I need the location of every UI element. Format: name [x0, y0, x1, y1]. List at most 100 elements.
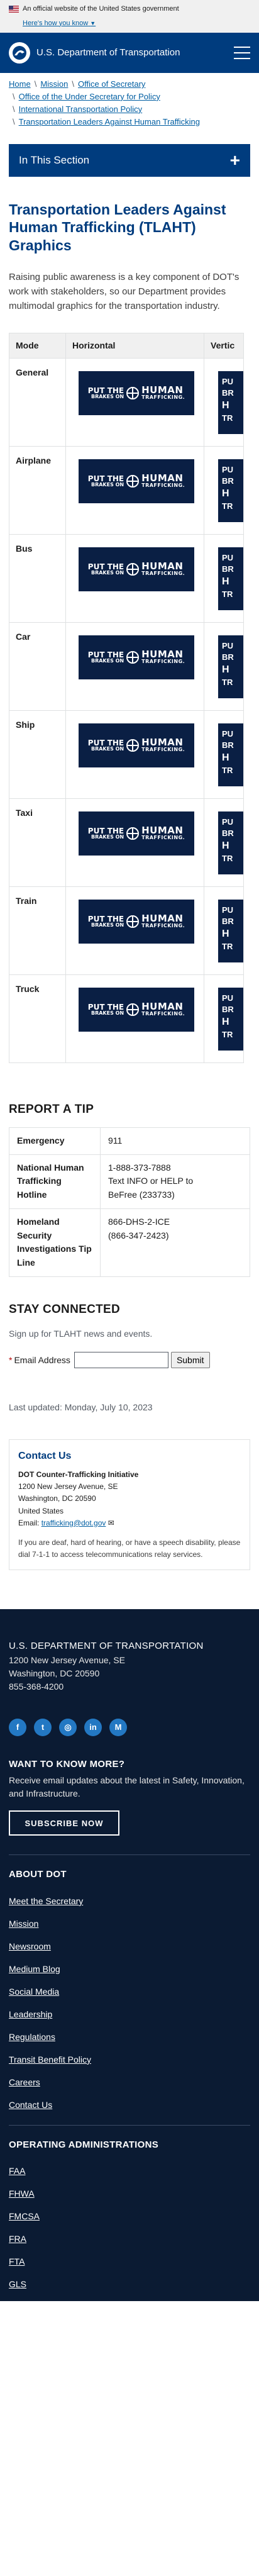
graphic-line: TR	[222, 854, 233, 864]
operating-admin-link[interactable]: FRA	[9, 2228, 250, 2250]
graphic-line: H	[222, 840, 229, 851]
horizontal-graphic[interactable]: PUT THE BRAKES ON HUMAN TRAFFICKING.	[79, 723, 194, 767]
horizontal-graphic-cell: PUT THE BRAKES ON HUMAN TRAFFICKING.	[65, 445, 204, 535]
about-link[interactable]: Medium Blog	[9, 1958, 250, 1980]
menu-button[interactable]	[234, 47, 250, 59]
email-label: Email Address	[14, 1354, 70, 1365]
about-link[interactable]: Contact Us	[9, 2094, 250, 2116]
horizontal-graphic[interactable]: PUT THE BRAKES ON HUMAN TRAFFICKING.	[79, 371, 194, 415]
site-title[interactable]: U.S. Department of Transportation	[36, 46, 234, 60]
row-mode-label: Ship	[9, 710, 66, 799]
vertical-graphic-cell: PU BR H TR	[204, 886, 244, 975]
breadcrumb-office-of-secretary[interactable]: Office of Secretary	[78, 79, 145, 89]
graphic-line: TR	[222, 501, 233, 511]
table-row: Ship PUT THE BRAKES ON HUMAN TRAFFICKING. PU B…	[9, 710, 244, 799]
horizontal-graphic-cell: PUT THE BRAKES ON HUMAN TRAFFICKING.	[65, 798, 204, 887]
site-footer: U.S. DEPARTMENT OF TRANSPORTATION 1200 N…	[0, 1609, 259, 2402]
graphic-line: TR	[222, 677, 233, 688]
about-link[interactable]: Social Media	[9, 1980, 250, 2003]
operating-admin-link[interactable]: FHWA	[9, 2182, 250, 2205]
graphic-line: HUMAN	[141, 737, 184, 749]
breadcrumb-mission[interactable]: Mission	[40, 79, 68, 89]
vertical-graphic-cell: PU BR H TR	[204, 445, 244, 535]
graphic-line: HUMAN	[141, 560, 184, 572]
horizontal-graphic[interactable]: PUT THE BRAKES ON HUMAN TRAFFICKING.	[79, 987, 194, 1032]
breadcrumb-separator: \	[13, 91, 15, 101]
graphics-table-wrapper[interactable]: Mode Horizontal Vertic General PUT THE BRA…	[9, 332, 259, 1063]
graphic-line: PU	[222, 728, 234, 739]
vertical-graphic[interactable]: PU BR H TR	[218, 987, 243, 1051]
contact-email-link[interactable]: trafficking@dot.gov	[41, 1519, 106, 1527]
vertical-graphic[interactable]: PU BR H TR	[218, 635, 243, 698]
footer-org: U.S. DEPARTMENT OF TRANSPORTATION	[9, 1641, 204, 1652]
about-link[interactable]: Regulations	[9, 2026, 250, 2048]
graphic-line: BR	[222, 388, 234, 398]
breadcrumb-international-policy[interactable]: International Transportation Policy	[19, 104, 143, 114]
vertical-graphic[interactable]: PU BR H TR	[218, 811, 243, 874]
vertical-graphic[interactable]: PU BR H TR	[218, 459, 243, 522]
breadcrumb-home[interactable]: Home	[9, 79, 31, 89]
horizontal-graphic[interactable]: PUT THE BRAKES ON HUMAN TRAFFICKING.	[79, 899, 194, 944]
vertical-graphic[interactable]: PU BR H TR	[218, 899, 243, 962]
medium-icon[interactable]: M	[109, 1718, 127, 1736]
graphic-line: PUT THE	[87, 914, 124, 923]
steering-wheel-icon	[126, 474, 140, 488]
table-row: Train PUT THE BRAKES ON HUMAN TRAFFICKING. PU…	[9, 886, 244, 975]
graphic-line: PU	[222, 552, 234, 562]
operating-admin-link[interactable]: OST	[9, 2363, 250, 2386]
email-input[interactable]	[74, 1352, 168, 1369]
graphic-line: HUMAN	[141, 1001, 184, 1013]
operating-admin-link[interactable]: FMCSA	[9, 2205, 250, 2228]
footer-address-line: 1200 New Jersey Avenue, SE	[9, 1654, 125, 1665]
page-intro: Raising public awareness is a key compon…	[9, 271, 240, 312]
about-link[interactable]: Leadership	[9, 2003, 250, 2026]
operating-admin-link[interactable]: GLS	[9, 2273, 250, 2295]
vertical-graphic[interactable]: PU BR H TR	[218, 547, 243, 610]
operating-admin-link[interactable]: PHMSA	[9, 2386, 250, 2409]
operating-admin-link[interactable]: OIG	[9, 2341, 250, 2363]
vertical-graphic[interactable]: PU BR H TR	[218, 371, 243, 434]
breadcrumb-tlaht[interactable]: Transportation Leaders Against Human Tra…	[19, 117, 200, 126]
submit-button[interactable]: Submit	[170, 1352, 210, 1369]
tip-value: (866-347-2423)	[108, 1230, 169, 1241]
horizontal-graphic[interactable]: PUT THE BRAKES ON HUMAN TRAFFICKING.	[79, 811, 194, 856]
graphic-line: TRAFFICKING.	[141, 482, 185, 489]
horizontal-graphic[interactable]: PUT THE BRAKES ON HUMAN TRAFFICKING.	[79, 547, 194, 591]
operating-admin-link[interactable]: NHTSA	[9, 2318, 250, 2341]
about-link[interactable]: Meet the Secretary	[9, 1890, 250, 1912]
horizontal-graphic[interactable]: PUT THE BRAKES ON HUMAN TRAFFICKING.	[79, 635, 194, 679]
operating-admin-link[interactable]: FTA	[9, 2250, 250, 2273]
graphic-text: HUMAN TRAFFICKING.	[141, 650, 185, 664]
facebook-icon[interactable]: f	[9, 1718, 26, 1736]
about-link[interactable]: Newsroom	[9, 1935, 250, 1958]
how-you-know-link[interactable]: Here's how you know ▼	[23, 18, 96, 29]
vertical-graphic[interactable]: PU BR H TR	[218, 723, 243, 786]
graphic-line: TR	[222, 766, 233, 776]
contact-line: 1200 New Jersey Avenue, SE	[18, 1482, 118, 1492]
about-link[interactable]: Transit Benefit Policy	[9, 2048, 250, 2071]
instagram-icon[interactable]: ◎	[59, 1718, 77, 1736]
horizontal-graphic[interactable]: PUT THE BRAKES ON HUMAN TRAFFICKING.	[79, 459, 194, 503]
graphic-line: H	[222, 488, 229, 499]
chevron-down-icon: ▼	[90, 20, 96, 26]
twitter-icon[interactable]: t	[34, 1718, 52, 1736]
row-mode-label: General	[9, 357, 66, 447]
operating-admin-link[interactable]: MARAD	[9, 2295, 250, 2318]
breadcrumb-under-secretary[interactable]: Office of the Under Secretary for Policy	[19, 92, 160, 101]
graphic-line: H	[222, 752, 229, 763]
graphic-line: H	[222, 664, 229, 675]
horizontal-graphic-cell: PUT THE BRAKES ON HUMAN TRAFFICKING.	[65, 622, 204, 711]
about-link[interactable]: Mission	[9, 1912, 250, 1935]
in-this-section-toggle[interactable]: In This Section +	[9, 143, 250, 177]
dot-logo[interactable]	[9, 42, 30, 64]
linkedin-icon[interactable]: in	[84, 1718, 102, 1736]
steering-wheel-icon	[126, 386, 140, 399]
dot-seal-icon	[13, 46, 26, 60]
social-links: f t ◎ in M	[9, 1718, 250, 1736]
operating-admin-link[interactable]: FAA	[9, 2160, 250, 2182]
graphic-text: PUT THE BRAKES ON	[88, 915, 124, 928]
graphic-line: TRAFFICKING.	[141, 923, 185, 929]
subscribe-button[interactable]: SUBSCRIBE NOW	[9, 1810, 119, 1836]
about-link[interactable]: Careers	[9, 2071, 250, 2094]
graphic-line: PUT THE	[87, 386, 124, 395]
